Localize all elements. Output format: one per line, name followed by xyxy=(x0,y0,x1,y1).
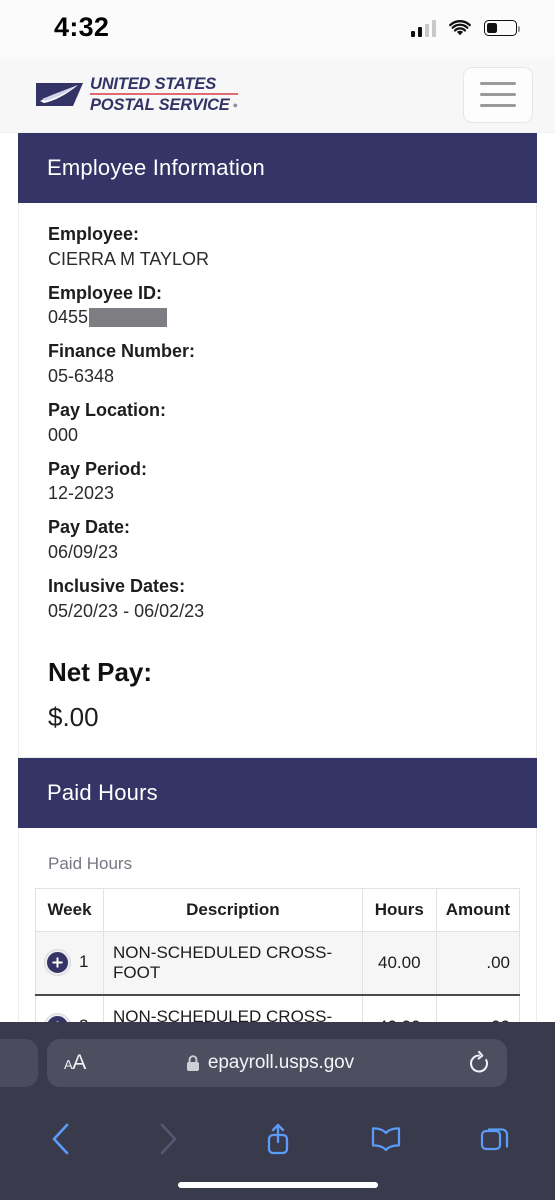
status-bar-time: 4:32 xyxy=(54,12,110,42)
label-employee: Employee: xyxy=(48,224,140,244)
value-employee-id: 0455 xyxy=(48,307,89,328)
ios-status-bar: 4:32 xyxy=(0,0,555,57)
wifi-icon xyxy=(449,19,471,37)
chevron-left-icon[interactable] xyxy=(38,1119,82,1159)
row-hours-value: 40.00 xyxy=(361,994,437,1022)
url-text: epayroll.usps.gov xyxy=(207,1052,355,1073)
value-pay-period: 12-2023 xyxy=(48,483,115,504)
cellular-signal-icon xyxy=(410,19,436,37)
value-employee: CIERRA M TAYLOR xyxy=(48,248,210,269)
label-inclusive-dates: Inclusive Dates: xyxy=(48,575,186,596)
usps-logo-rule xyxy=(90,93,238,95)
label-pay-period: Pay Period: xyxy=(48,458,148,479)
usps-logo-line2-text: POSTAL SERVICE xyxy=(90,95,230,114)
address-bar[interactable]: AA epayroll.usps.gov xyxy=(47,1039,507,1087)
value-net-pay: $.00 xyxy=(48,701,99,732)
value-employee-id-row: 0455 xyxy=(48,305,507,330)
table-row: 1 NON-SCHEDULED CROSS-FOOT 40.00 .00 xyxy=(35,930,521,996)
label-pay-date: Pay Date: xyxy=(48,517,131,538)
column-header-description: Description xyxy=(103,887,363,932)
plus-circle-icon[interactable] xyxy=(45,950,70,976)
label-finance-number: Finance Number: xyxy=(48,341,196,362)
chevron-right-icon xyxy=(147,1119,191,1159)
row-hours-value: 40.00 xyxy=(361,930,437,996)
column-header-hours: Hours xyxy=(361,887,437,932)
value-inclusive-dates: 05/20/23 - 06/02/23 xyxy=(48,600,205,621)
usps-brand-bar: UNITED STATES POSTAL SERVICE ● xyxy=(0,57,555,133)
employee-information-body: Employee: CIERRA M TAYLOR Employee ID: 0… xyxy=(18,203,537,758)
column-header-amount: Amount xyxy=(435,887,521,932)
label-employee-id: Employee ID: xyxy=(48,282,163,303)
row-description-value: NON-SCHEDULED CROSS-FOOT xyxy=(103,930,363,996)
reload-icon[interactable] xyxy=(468,1051,490,1075)
safari-url-row: AA epayroll.usps.gov xyxy=(0,1022,555,1102)
column-header-week: Week xyxy=(35,887,104,932)
hamburger-menu-icon[interactable] xyxy=(463,66,533,123)
phone-screen: 4:32 UNITED STATES POSTAL SERVICE ● Empl… xyxy=(0,0,555,1200)
employee-information-card: Employee Information Employee: CIERRA M … xyxy=(18,133,537,758)
share-icon[interactable] xyxy=(256,1119,300,1159)
employee-information-header: Employee Information xyxy=(18,133,537,203)
usps-eagle-icon xyxy=(36,83,83,106)
row-amount-value: .00 xyxy=(435,994,521,1022)
plus-circle-icon[interactable] xyxy=(45,1014,70,1022)
label-pay-location: Pay Location: xyxy=(48,399,167,420)
home-indicator xyxy=(177,1182,378,1188)
usps-logo-line1: UNITED STATES xyxy=(90,74,217,93)
paid-hours-header: Paid Hours xyxy=(18,757,537,828)
safari-webview: UNITED STATES POSTAL SERVICE ● Employee I… xyxy=(0,57,555,1022)
value-pay-date: 06/09/23 xyxy=(48,542,119,563)
redaction-box xyxy=(89,308,168,328)
row-week-cell: 2 xyxy=(35,994,104,1022)
paid-hours-subtitle: Paid Hours xyxy=(48,853,133,873)
previous-tab-pill[interactable] xyxy=(0,1039,38,1087)
value-pay-location: 000 xyxy=(48,424,79,445)
paid-hours-card: Paid Hours Paid Hours Week Description H… xyxy=(18,757,537,1022)
row-description-value: NON-SCHEDULED CROSS-FOOT xyxy=(103,994,363,1022)
battery-icon xyxy=(484,20,521,36)
safari-chrome: AA epayroll.usps.gov xyxy=(0,1022,555,1200)
row-week-value: 1 xyxy=(79,952,89,972)
paid-hours-table: Week Description Hours Amount 1 NON-SCHE… xyxy=(35,887,521,1022)
row-amount-value: .00 xyxy=(435,930,521,996)
label-net-pay: Net Pay: xyxy=(48,656,153,687)
value-finance-number: 05-6348 xyxy=(48,366,115,387)
usps-logo-line2: POSTAL SERVICE ● xyxy=(90,97,238,114)
usps-logo[interactable]: UNITED STATES POSTAL SERVICE ● xyxy=(36,76,238,114)
book-icon[interactable] xyxy=(364,1119,408,1159)
safari-toolbar xyxy=(0,1102,555,1176)
table-row: 2 NON-SCHEDULED CROSS-FOOT 40.00 .00 xyxy=(35,994,521,1022)
tabs-icon[interactable] xyxy=(473,1119,517,1159)
lock-icon xyxy=(186,1054,200,1072)
paid-hours-body: Paid Hours Week Description Hours Amount xyxy=(18,827,537,1022)
registered-mark-icon: ● xyxy=(232,99,238,110)
table-header-row: Week Description Hours Amount xyxy=(35,887,521,932)
row-week-cell: 1 xyxy=(35,930,104,996)
